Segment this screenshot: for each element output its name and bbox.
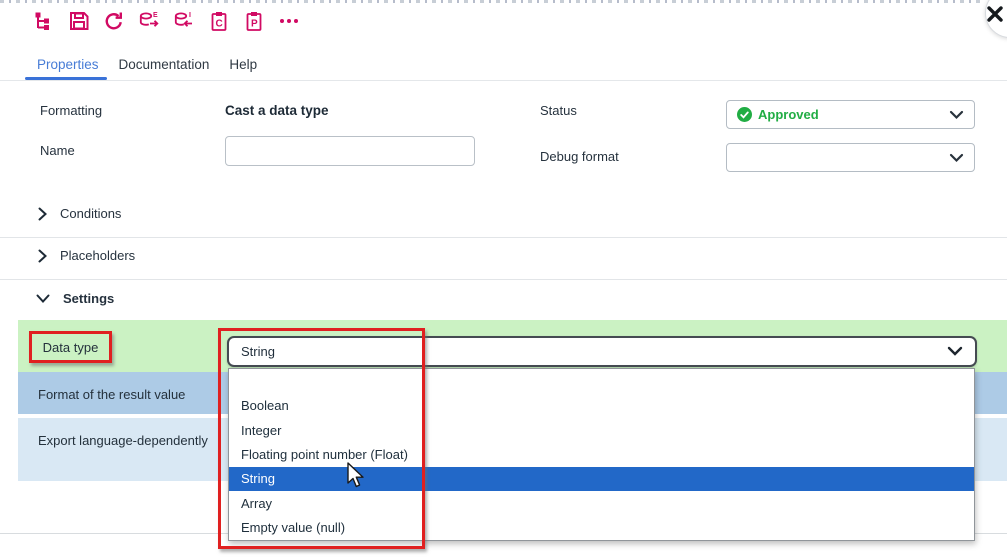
divider (0, 237, 1007, 238)
approved-check-icon (737, 107, 752, 122)
chevron-down-icon (949, 153, 964, 162)
section-placeholders-label: Placeholders (60, 248, 136, 263)
svg-text:P: P (251, 19, 258, 30)
status-value: Approved (758, 107, 819, 122)
chevron-right-icon (38, 207, 47, 220)
export-language-row-label: Export language-dependently (38, 433, 208, 448)
svg-text:E: E (153, 12, 158, 19)
debug-format-label: Debug format (540, 149, 619, 164)
database-import-icon[interactable]: I (173, 10, 195, 32)
clipboard-paste-icon[interactable]: P (243, 10, 265, 32)
dropdown-option-array[interactable]: Array (229, 491, 974, 515)
dropdown-option-null[interactable]: Empty value (null) (229, 516, 974, 540)
formatting-value: Cast a data type (225, 103, 329, 118)
status-select[interactable]: Approved (726, 100, 975, 129)
divider (0, 80, 1007, 81)
data-type-select-value: String (241, 344, 275, 359)
tab-documentation[interactable]: Documentation (119, 57, 210, 72)
section-conditions[interactable]: Conditions (38, 206, 121, 221)
name-label: Name (40, 143, 75, 158)
properties-panel: E I C P Properties Documentation Help Fo… (0, 0, 1007, 560)
clipped-text-row (0, 0, 985, 3)
clipboard-copy-icon[interactable]: C (208, 10, 230, 32)
annotation-box-data-type: Data type (29, 331, 112, 363)
dropdown-option-boolean[interactable]: Boolean (229, 393, 974, 417)
svg-text:C: C (216, 19, 223, 30)
data-type-row-label: Data type (42, 339, 99, 355)
data-type-dropdown-list: Boolean Integer Floating point number (F… (228, 368, 975, 541)
section-settings-label: Settings (63, 291, 115, 306)
chevron-down-icon (949, 110, 964, 119)
toolbar: E I C P (33, 10, 300, 32)
data-type-select[interactable]: String (227, 336, 977, 367)
section-placeholders[interactable]: Placeholders (38, 248, 135, 263)
undo-icon[interactable] (103, 10, 125, 32)
debug-format-select[interactable] (726, 143, 975, 172)
tab-help[interactable]: Help (229, 57, 257, 72)
status-badge: Approved (737, 107, 819, 122)
divider (0, 279, 1007, 280)
chevron-down-icon (36, 294, 50, 303)
chevron-right-icon (38, 249, 47, 262)
status-label: Status (540, 103, 577, 118)
formatting-label: Formatting (40, 103, 103, 118)
more-icon[interactable] (278, 10, 300, 32)
dropdown-option-empty[interactable] (229, 369, 974, 393)
name-input[interactable] (225, 136, 475, 166)
tab-properties[interactable]: Properties (37, 57, 99, 72)
database-export-icon[interactable]: E (138, 10, 160, 32)
dropdown-option-string[interactable]: String (229, 466, 974, 492)
format-result-row-label: Format of the result value (38, 387, 186, 402)
tab-bar: Properties Documentation Help (37, 57, 257, 72)
dropdown-option-float[interactable]: Floating point number (Float) (229, 442, 974, 466)
close-icon[interactable] (987, 4, 1003, 24)
section-conditions-label: Conditions (60, 206, 122, 221)
save-icon[interactable] (68, 10, 90, 32)
svg-text:I: I (189, 12, 191, 19)
chevron-down-icon (947, 346, 963, 356)
dropdown-option-integer[interactable]: Integer (229, 418, 974, 442)
section-settings[interactable]: Settings (36, 291, 114, 306)
tree-structure-icon[interactable] (33, 10, 55, 32)
